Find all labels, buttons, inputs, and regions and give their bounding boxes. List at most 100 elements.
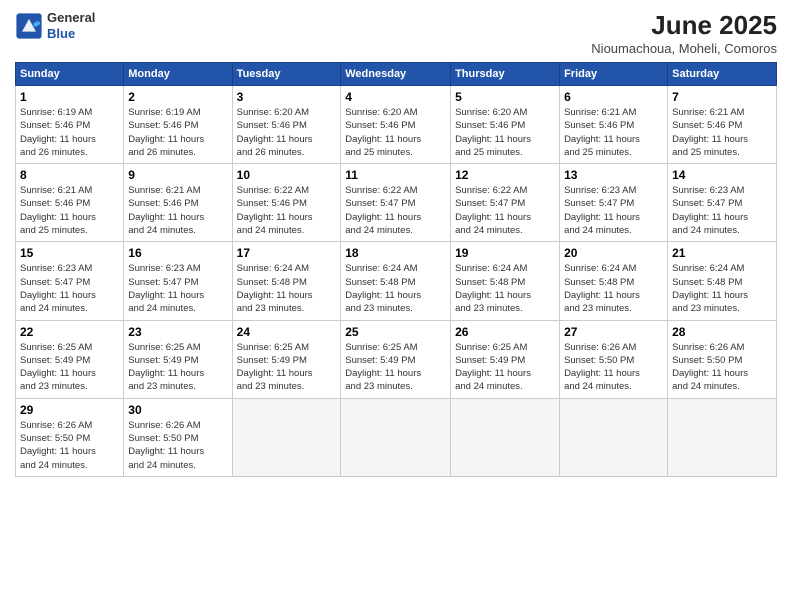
calendar-cell: 17 Sunrise: 6:24 AM Sunset: 5:48 PM Dayli… xyxy=(232,242,341,320)
day-number: 1 xyxy=(20,90,119,104)
day-info: Sunrise: 6:26 AM Sunset: 5:50 PM Dayligh… xyxy=(564,341,663,394)
day-number: 30 xyxy=(128,403,227,417)
day-number: 19 xyxy=(455,246,555,260)
day-number: 6 xyxy=(564,90,663,104)
calendar-cell: 19 Sunrise: 6:24 AM Sunset: 5:48 PM Dayli… xyxy=(451,242,560,320)
calendar-cell: 20 Sunrise: 6:24 AM Sunset: 5:48 PM Dayli… xyxy=(560,242,668,320)
calendar-cell: 16 Sunrise: 6:23 AM Sunset: 5:47 PM Dayli… xyxy=(124,242,232,320)
calendar-cell: 28 Sunrise: 6:26 AM Sunset: 5:50 PM Dayli… xyxy=(668,320,777,398)
calendar-cell: 1 Sunrise: 6:19 AM Sunset: 5:46 PM Daylig… xyxy=(16,86,124,164)
day-info: Sunrise: 6:26 AM Sunset: 5:50 PM Dayligh… xyxy=(672,341,772,394)
weekday-header-saturday: Saturday xyxy=(668,63,777,86)
logo-blue-text: Blue xyxy=(47,26,95,42)
day-number: 21 xyxy=(672,246,772,260)
day-info: Sunrise: 6:23 AM Sunset: 5:47 PM Dayligh… xyxy=(564,184,663,237)
weekday-header-wednesday: Wednesday xyxy=(341,63,451,86)
day-info: Sunrise: 6:21 AM Sunset: 5:46 PM Dayligh… xyxy=(128,184,227,237)
day-number: 26 xyxy=(455,325,555,339)
calendar-cell: 6 Sunrise: 6:21 AM Sunset: 5:46 PM Daylig… xyxy=(560,86,668,164)
calendar-cell: 2Sunrise: 6:19 AM Sunset: 5:46 PM Daylig… xyxy=(124,86,232,164)
day-number: 17 xyxy=(237,246,337,260)
day-number: 14 xyxy=(672,168,772,182)
day-info: Sunrise: 6:25 AM Sunset: 5:49 PM Dayligh… xyxy=(128,341,227,394)
day-number: 22 xyxy=(20,325,119,339)
calendar-cell: 26 Sunrise: 6:25 AM Sunset: 5:49 PM Dayli… xyxy=(451,320,560,398)
weekday-header-sunday: Sunday xyxy=(16,63,124,86)
day-info: Sunrise: 6:24 AM Sunset: 5:48 PM Dayligh… xyxy=(564,262,663,315)
calendar-cell xyxy=(560,398,668,476)
calendar-cell: 27 Sunrise: 6:26 AM Sunset: 5:50 PM Dayli… xyxy=(560,320,668,398)
day-number: 10 xyxy=(237,168,337,182)
day-number: 16 xyxy=(128,246,227,260)
day-info: Sunrise: 6:24 AM Sunset: 5:48 PM Dayligh… xyxy=(345,262,446,315)
logo-text: General Blue xyxy=(47,10,95,41)
calendar-cell: 18 Sunrise: 6:24 AM Sunset: 5:48 PM Dayli… xyxy=(341,242,451,320)
calendar-week-row: 1 Sunrise: 6:19 AM Sunset: 5:46 PM Daylig… xyxy=(16,86,777,164)
day-number: 24 xyxy=(237,325,337,339)
day-number: 4 xyxy=(345,90,446,104)
day-number: 20 xyxy=(564,246,663,260)
day-info: Sunrise: 6:19 AM Sunset: 5:46 PM Dayligh… xyxy=(20,106,119,159)
calendar-week-row: 29 Sunrise: 6:26 AM Sunset: 5:50 PM Dayli… xyxy=(16,398,777,476)
day-info: Sunrise: 6:23 AM Sunset: 5:47 PM Dayligh… xyxy=(20,262,119,315)
calendar-cell: 23 Sunrise: 6:25 AM Sunset: 5:49 PM Dayli… xyxy=(124,320,232,398)
calendar-cell xyxy=(341,398,451,476)
day-number: 27 xyxy=(564,325,663,339)
calendar-cell: 3Sunrise: 6:20 AM Sunset: 5:46 PM Daylig… xyxy=(232,86,341,164)
calendar-week-row: 22 Sunrise: 6:25 AM Sunset: 5:49 PM Dayli… xyxy=(16,320,777,398)
calendar-cell: 4 Sunrise: 6:20 AM Sunset: 5:46 PM Daylig… xyxy=(341,86,451,164)
calendar-cell: 9Sunrise: 6:21 AM Sunset: 5:46 PM Daylig… xyxy=(124,164,232,242)
weekday-header-friday: Friday xyxy=(560,63,668,86)
calendar-cell xyxy=(451,398,560,476)
day-info: Sunrise: 6:23 AM Sunset: 5:47 PM Dayligh… xyxy=(128,262,227,315)
calendar-cell: 24Sunrise: 6:25 AM Sunset: 5:49 PM Dayli… xyxy=(232,320,341,398)
page-container: General Blue June 2025 Nioumachoua, Mohe… xyxy=(0,0,792,487)
header-row: General Blue June 2025 Nioumachoua, Mohe… xyxy=(15,10,777,56)
day-info: Sunrise: 6:26 AM Sunset: 5:50 PM Dayligh… xyxy=(128,419,227,472)
calendar-cell: 14Sunrise: 6:23 AM Sunset: 5:47 PM Dayli… xyxy=(668,164,777,242)
day-number: 23 xyxy=(128,325,227,339)
calendar-cell: 21Sunrise: 6:24 AM Sunset: 5:48 PM Dayli… xyxy=(668,242,777,320)
weekday-header-tuesday: Tuesday xyxy=(232,63,341,86)
calendar-cell: 25Sunrise: 6:25 AM Sunset: 5:49 PM Dayli… xyxy=(341,320,451,398)
day-info: Sunrise: 6:21 AM Sunset: 5:46 PM Dayligh… xyxy=(564,106,663,159)
day-info: Sunrise: 6:20 AM Sunset: 5:46 PM Dayligh… xyxy=(237,106,337,159)
calendar-cell: 10 Sunrise: 6:22 AM Sunset: 5:46 PM Dayli… xyxy=(232,164,341,242)
calendar-cell: 29 Sunrise: 6:26 AM Sunset: 5:50 PM Dayli… xyxy=(16,398,124,476)
day-number: 5 xyxy=(455,90,555,104)
day-number: 7 xyxy=(672,90,772,104)
weekday-header-thursday: Thursday xyxy=(451,63,560,86)
calendar-title: June 2025 xyxy=(591,10,777,41)
day-info: Sunrise: 6:24 AM Sunset: 5:48 PM Dayligh… xyxy=(455,262,555,315)
day-info: Sunrise: 6:21 AM Sunset: 5:46 PM Dayligh… xyxy=(20,184,119,237)
calendar-cell xyxy=(232,398,341,476)
calendar-cell xyxy=(668,398,777,476)
day-number: 25 xyxy=(345,325,446,339)
weekday-header-monday: Monday xyxy=(124,63,232,86)
day-number: 15 xyxy=(20,246,119,260)
day-info: Sunrise: 6:25 AM Sunset: 5:49 PM Dayligh… xyxy=(455,341,555,394)
day-number: 28 xyxy=(672,325,772,339)
logo: General Blue xyxy=(15,10,95,41)
calendar-week-row: 8Sunrise: 6:21 AM Sunset: 5:46 PM Daylig… xyxy=(16,164,777,242)
day-info: Sunrise: 6:26 AM Sunset: 5:50 PM Dayligh… xyxy=(20,419,119,472)
calendar-table: SundayMondayTuesdayWednesdayThursdayFrid… xyxy=(15,62,777,477)
calendar-cell: 5Sunrise: 6:20 AM Sunset: 5:46 PM Daylig… xyxy=(451,86,560,164)
logo-general-text: General xyxy=(47,10,95,26)
calendar-cell: 30 Sunrise: 6:26 AM Sunset: 5:50 PM Dayli… xyxy=(124,398,232,476)
calendar-cell: 8Sunrise: 6:21 AM Sunset: 5:46 PM Daylig… xyxy=(16,164,124,242)
day-number: 29 xyxy=(20,403,119,417)
day-info: Sunrise: 6:22 AM Sunset: 5:47 PM Dayligh… xyxy=(455,184,555,237)
calendar-cell: 13 Sunrise: 6:23 AM Sunset: 5:47 PM Dayli… xyxy=(560,164,668,242)
calendar-cell: 15 Sunrise: 6:23 AM Sunset: 5:47 PM Dayli… xyxy=(16,242,124,320)
day-number: 18 xyxy=(345,246,446,260)
day-info: Sunrise: 6:21 AM Sunset: 5:46 PM Dayligh… xyxy=(672,106,772,159)
day-info: Sunrise: 6:25 AM Sunset: 5:49 PM Dayligh… xyxy=(20,341,119,394)
day-number: 13 xyxy=(564,168,663,182)
calendar-header: SundayMondayTuesdayWednesdayThursdayFrid… xyxy=(16,63,777,86)
logo-icon xyxy=(15,12,43,40)
day-info: Sunrise: 6:20 AM Sunset: 5:46 PM Dayligh… xyxy=(345,106,446,159)
day-info: Sunrise: 6:22 AM Sunset: 5:46 PM Dayligh… xyxy=(237,184,337,237)
day-info: Sunrise: 6:24 AM Sunset: 5:48 PM Dayligh… xyxy=(237,262,337,315)
day-info: Sunrise: 6:22 AM Sunset: 5:47 PM Dayligh… xyxy=(345,184,446,237)
